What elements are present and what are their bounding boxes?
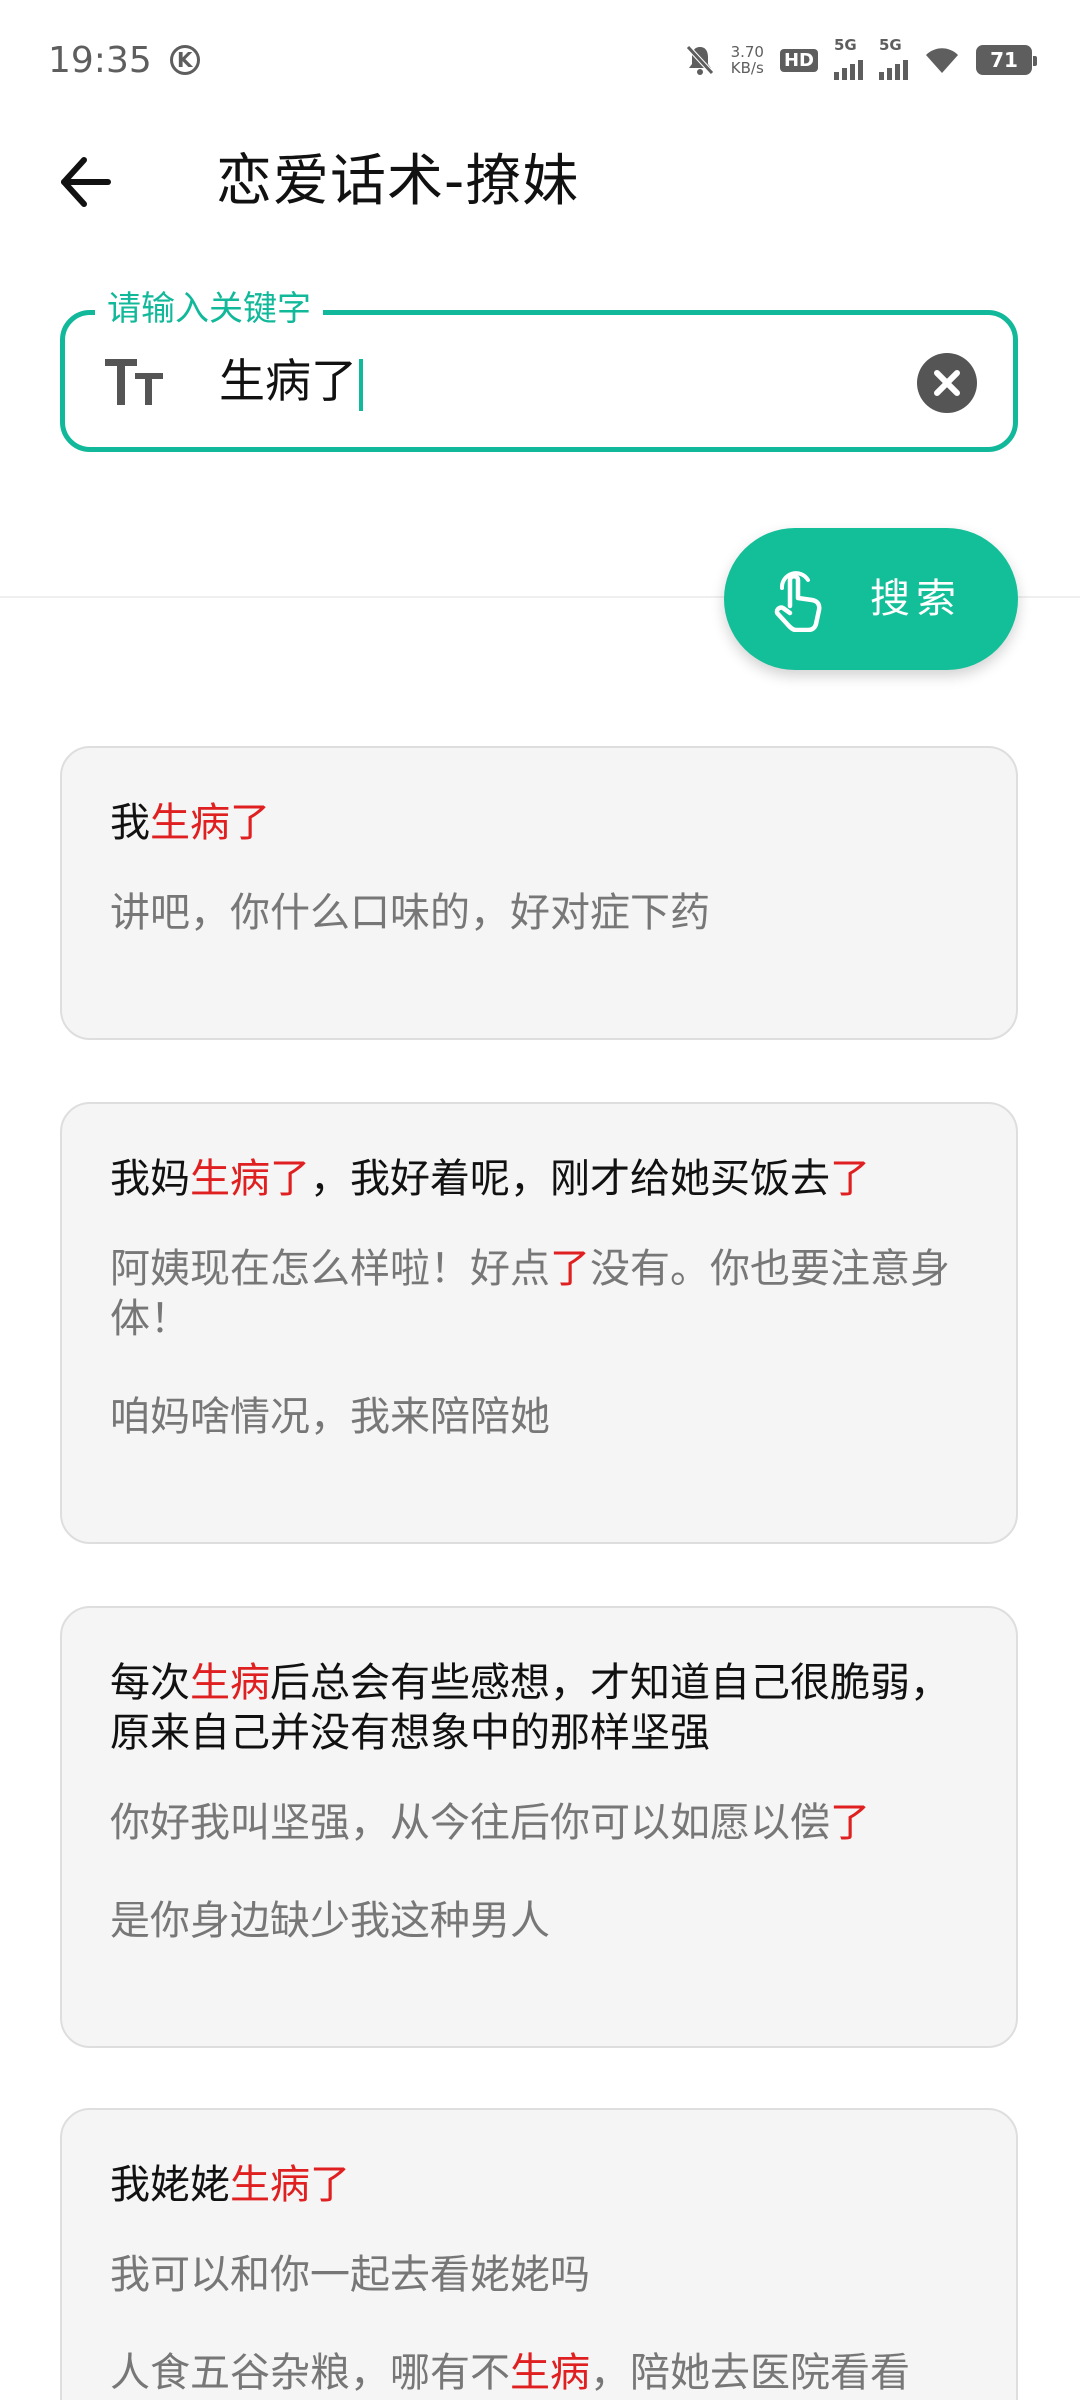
- card-reply: 讲吧，你什么口味的，好对症下药: [110, 888, 968, 938]
- card-title: 每次生病后总会有些感想，才知道自己很脆弱，原来自己并没有想象中的那样坚强: [110, 1658, 968, 1758]
- net-speed: 3.70 KB/s: [731, 44, 764, 76]
- result-card[interactable]: 我生病了 讲吧，你什么口味的，好对症下药: [60, 746, 1018, 1040]
- search-field[interactable]: 请输入关键字 生病了: [60, 289, 1018, 452]
- reply-text: 我可以和你一起去看姥姥吗: [110, 2252, 590, 2298]
- title-highlight: 生病了: [150, 800, 270, 846]
- title-highlight: 了: [830, 1156, 870, 1202]
- reply-highlight: 了: [830, 1800, 870, 1846]
- app-header: 恋爱话术-撩妹: [0, 130, 1080, 230]
- title-highlight: 生病了: [230, 2162, 350, 2208]
- result-card[interactable]: 我妈生病了，我好着呢，刚才给她买饭去了 阿姨现在怎么样啦！好点了没有。你也要注意…: [60, 1102, 1018, 1544]
- reply-text: 你好我叫坚强，从今往后你可以如愿以偿: [110, 1800, 830, 1846]
- reply-text: 讲吧，你什么口味的，好对症下药: [110, 890, 710, 936]
- back-arrow-icon[interactable]: [56, 152, 116, 212]
- search-input[interactable]: 生病了: [219, 351, 363, 411]
- reply-text: 阿姨现在怎么样啦！好点: [110, 1246, 550, 1292]
- title-highlight: 生病: [190, 1660, 270, 1706]
- mute-bell-icon: [685, 45, 714, 75]
- card-reply: 你好我叫坚强，从今往后你可以如愿以偿了: [110, 1798, 968, 1848]
- search-field-label: 请输入关键字: [95, 289, 323, 329]
- search-button[interactable]: 搜索: [724, 528, 1018, 670]
- status-bar: 19:35 K 3.70 KB/s HD 5G 5G 71: [0, 0, 1080, 120]
- text-caret: [359, 358, 363, 411]
- search-input-value: 生病了: [219, 354, 357, 408]
- title-text: ，我好着呢，刚才给她买饭去: [310, 1156, 830, 1202]
- battery-icon: 71: [976, 45, 1037, 75]
- signal-sim1-icon: 5G: [834, 36, 863, 80]
- card-reply: 我可以和你一起去看姥姥吗: [110, 2250, 968, 2300]
- reply-text: 人食五谷杂粮，哪有不: [110, 2350, 510, 2396]
- card-reply: 阿姨现在怎么样啦！好点了没有。你也要注意身体！: [110, 1244, 968, 1344]
- card-reply: 人食五谷杂粮，哪有不生病，陪她去医院看看: [110, 2348, 968, 2398]
- reply-highlight: 生病: [510, 2350, 590, 2396]
- title-text: 我姥姥: [110, 2162, 230, 2208]
- reply-highlight: 了: [550, 1246, 590, 1292]
- sim1-label: 5G: [834, 36, 857, 54]
- title-text: 我: [110, 800, 150, 846]
- text-size-icon: [105, 359, 163, 405]
- card-reply: 咱妈啥情况，我来陪陪她: [110, 1392, 968, 1442]
- page-title: 恋爱话术-撩妹: [216, 149, 580, 214]
- sim2-label: 5G: [879, 36, 902, 54]
- clock: 19:35: [48, 39, 152, 81]
- reply-text: 是你身边缺少我这种男人: [110, 1898, 550, 1944]
- result-card[interactable]: 我姥姥生病了 我可以和你一起去看姥姥吗 人食五谷杂粮，哪有不生病，陪她去医院看看: [60, 2108, 1018, 2400]
- hd-badge: HD: [779, 48, 818, 72]
- screen: 19:35 K 3.70 KB/s HD 5G 5G 71 恋爱话术-撩妹 请输…: [0, 0, 1080, 2400]
- close-icon: [934, 370, 960, 396]
- status-right: 3.70 KB/s HD 5G 5G 71: [685, 36, 1037, 80]
- battery-level: 71: [990, 48, 1018, 72]
- card-title: 我姥姥生病了: [110, 2160, 968, 2210]
- title-highlight: 生病了: [190, 1156, 310, 1202]
- card-title: 我妈生病了，我好着呢，刚才给她买饭去了: [110, 1154, 968, 1204]
- reply-text: 咱妈啥情况，我来陪陪她: [110, 1394, 550, 1440]
- reply-text: ，陪她去医院看看: [590, 2350, 910, 2396]
- result-card[interactable]: 每次生病后总会有些感想，才知道自己很脆弱，原来自己并没有想象中的那样坚强 你好我…: [60, 1606, 1018, 2048]
- card-title: 我生病了: [110, 798, 968, 848]
- status-left: 19:35 K: [48, 40, 200, 81]
- touch-hand-icon: [774, 571, 822, 632]
- clear-icon[interactable]: [917, 353, 977, 413]
- wifi-icon: [926, 48, 958, 73]
- title-text: 我妈: [110, 1156, 190, 1202]
- search-button-label: 搜索: [870, 576, 962, 622]
- k-app-icon: K: [169, 45, 200, 75]
- net-speed-value: 3.70: [730, 43, 764, 61]
- net-speed-unit: KB/s: [730, 59, 764, 77]
- title-text: 每次: [110, 1660, 190, 1706]
- card-reply: 是你身边缺少我这种男人: [110, 1896, 968, 1946]
- signal-sim2-icon: 5G: [879, 36, 908, 80]
